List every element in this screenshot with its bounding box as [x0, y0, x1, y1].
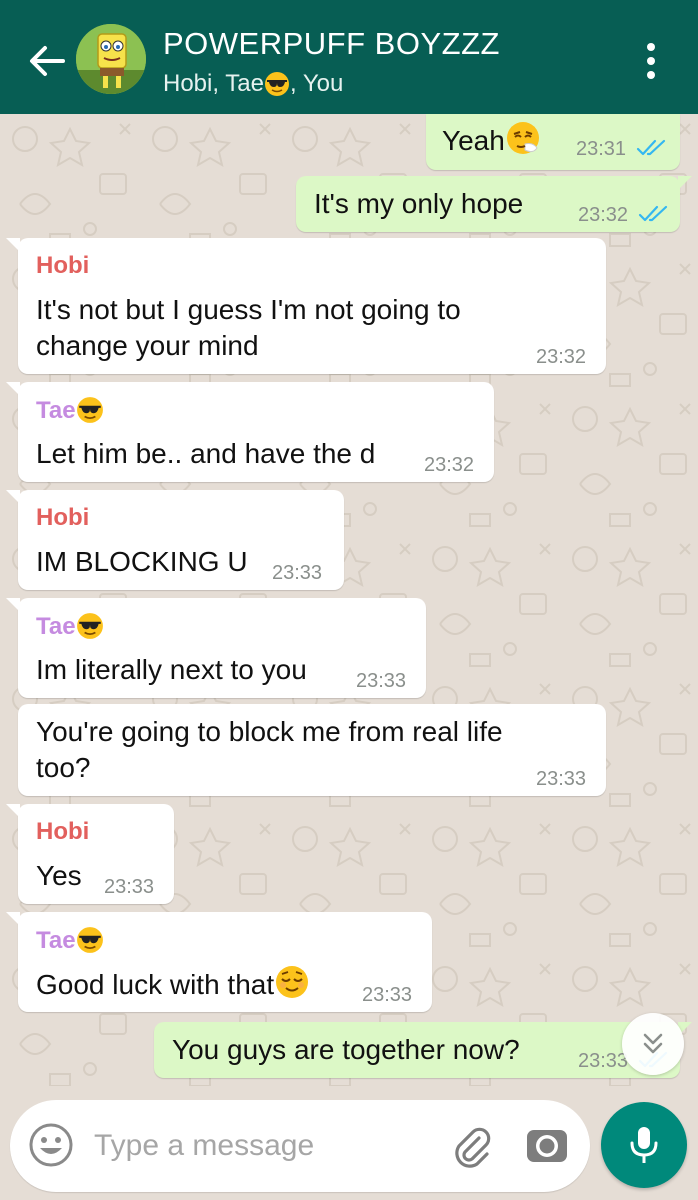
sunglasses-face-icon — [264, 72, 289, 96]
message-time: 23:32 — [424, 454, 475, 476]
message-time: 23:33 — [356, 670, 407, 692]
smiley-icon[interactable] — [26, 1120, 76, 1170]
message-text: Yes — [36, 860, 82, 891]
camera-icon[interactable] — [522, 1120, 572, 1170]
message-bubble[interactable]: Tae Let him be.. and have the d 23:32 — [6, 382, 494, 482]
message-time: 23:33 — [578, 1050, 629, 1072]
members-text-end: , You — [289, 70, 344, 97]
message-bubble[interactable]: You're going to block me from real life … — [18, 704, 606, 796]
message-time: 23:32 — [536, 346, 587, 368]
sunglasses-face-icon — [76, 927, 103, 953]
group-avatar[interactable] — [76, 24, 146, 94]
group-title[interactable]: POWERPUFF BOYZZZ — [163, 26, 500, 62]
sender-name[interactable]: Tae — [36, 612, 104, 641]
message-bubble[interactable]: Tae Good luck with that 23:33 — [6, 912, 432, 1012]
message-time: 23:33 — [272, 562, 323, 584]
sender-name[interactable]: Hobi — [36, 252, 89, 280]
double-check-icon — [636, 139, 666, 156]
message-input[interactable] — [94, 1126, 424, 1166]
message-time: 23:31 — [576, 138, 627, 160]
more-options-button[interactable] — [633, 36, 669, 86]
members-text: Hobi, Tae — [163, 70, 264, 97]
message-bubble[interactable]: You guys are together now? 23:33 — [154, 1022, 692, 1078]
message-text: You guys are together now? — [172, 1034, 520, 1065]
message-bubble[interactable]: Hobi It's not but I guess I'm not going … — [6, 238, 606, 374]
message-time: 23:33 — [536, 768, 587, 790]
sunglasses-face-icon — [76, 613, 103, 639]
message-text: too? — [36, 752, 91, 783]
voice-record-button[interactable] — [601, 1102, 687, 1188]
message-text: Good luck with that — [36, 969, 275, 1000]
message-bubble[interactable]: It's my only hope 23:32 — [296, 176, 692, 232]
message-text: change your mind — [36, 330, 259, 361]
sender-name[interactable]: Hobi — [36, 818, 89, 846]
message-bubble[interactable]: Hobi IM BLOCKING U 23:33 — [6, 490, 344, 590]
sender-name[interactable]: Tae — [36, 926, 104, 955]
message-text: It's my only hope — [314, 188, 524, 219]
sender-name[interactable]: Tae — [36, 396, 104, 425]
group-members[interactable]: Hobi, Tae , You — [163, 70, 343, 98]
message-text: You're going to block me from real life — [36, 716, 503, 747]
sunglasses-face-icon — [76, 397, 103, 423]
message-time: 23:33 — [362, 984, 413, 1006]
sneezing-face-icon — [506, 122, 539, 154]
message-time: 23:33 — [104, 876, 155, 898]
double-chevron-down-icon — [643, 1033, 663, 1054]
double-check-icon — [638, 205, 668, 222]
paperclip-icon[interactable] — [446, 1120, 496, 1170]
microphone-icon — [630, 1127, 658, 1163]
message-bubble[interactable]: Yeah 23:31 — [426, 114, 680, 170]
chat-header: POWERPUFF BOYZZZ Hobi, Tae , You — [0, 0, 698, 114]
message-text: Let him be.. and have the d — [36, 438, 376, 469]
message-bubble[interactable]: Hobi Yes 23:33 — [6, 804, 174, 904]
composer-bar — [0, 1086, 698, 1200]
message-text: Yeah — [442, 125, 505, 156]
message-time: 23:32 — [578, 204, 629, 226]
scroll-to-bottom-button[interactable] — [622, 1013, 684, 1075]
more-vertical-icon — [647, 43, 655, 51]
message-input-container — [10, 1100, 590, 1192]
message-bubble[interactable]: Tae Im literally next to you 23:33 — [6, 598, 426, 698]
relieved-face-icon — [276, 966, 309, 998]
message-text: IM BLOCKING U — [36, 546, 248, 577]
back-button[interactable] — [22, 36, 72, 86]
sender-name[interactable]: Hobi — [36, 504, 89, 532]
message-text: It's not but I guess I'm not going to — [36, 294, 461, 325]
message-text: Im literally next to you — [36, 654, 307, 685]
message-list[interactable]: Yeah 23:31 It's my only hope 23:32 Hobi … — [0, 114, 698, 1086]
arrow-left-icon — [30, 46, 65, 76]
